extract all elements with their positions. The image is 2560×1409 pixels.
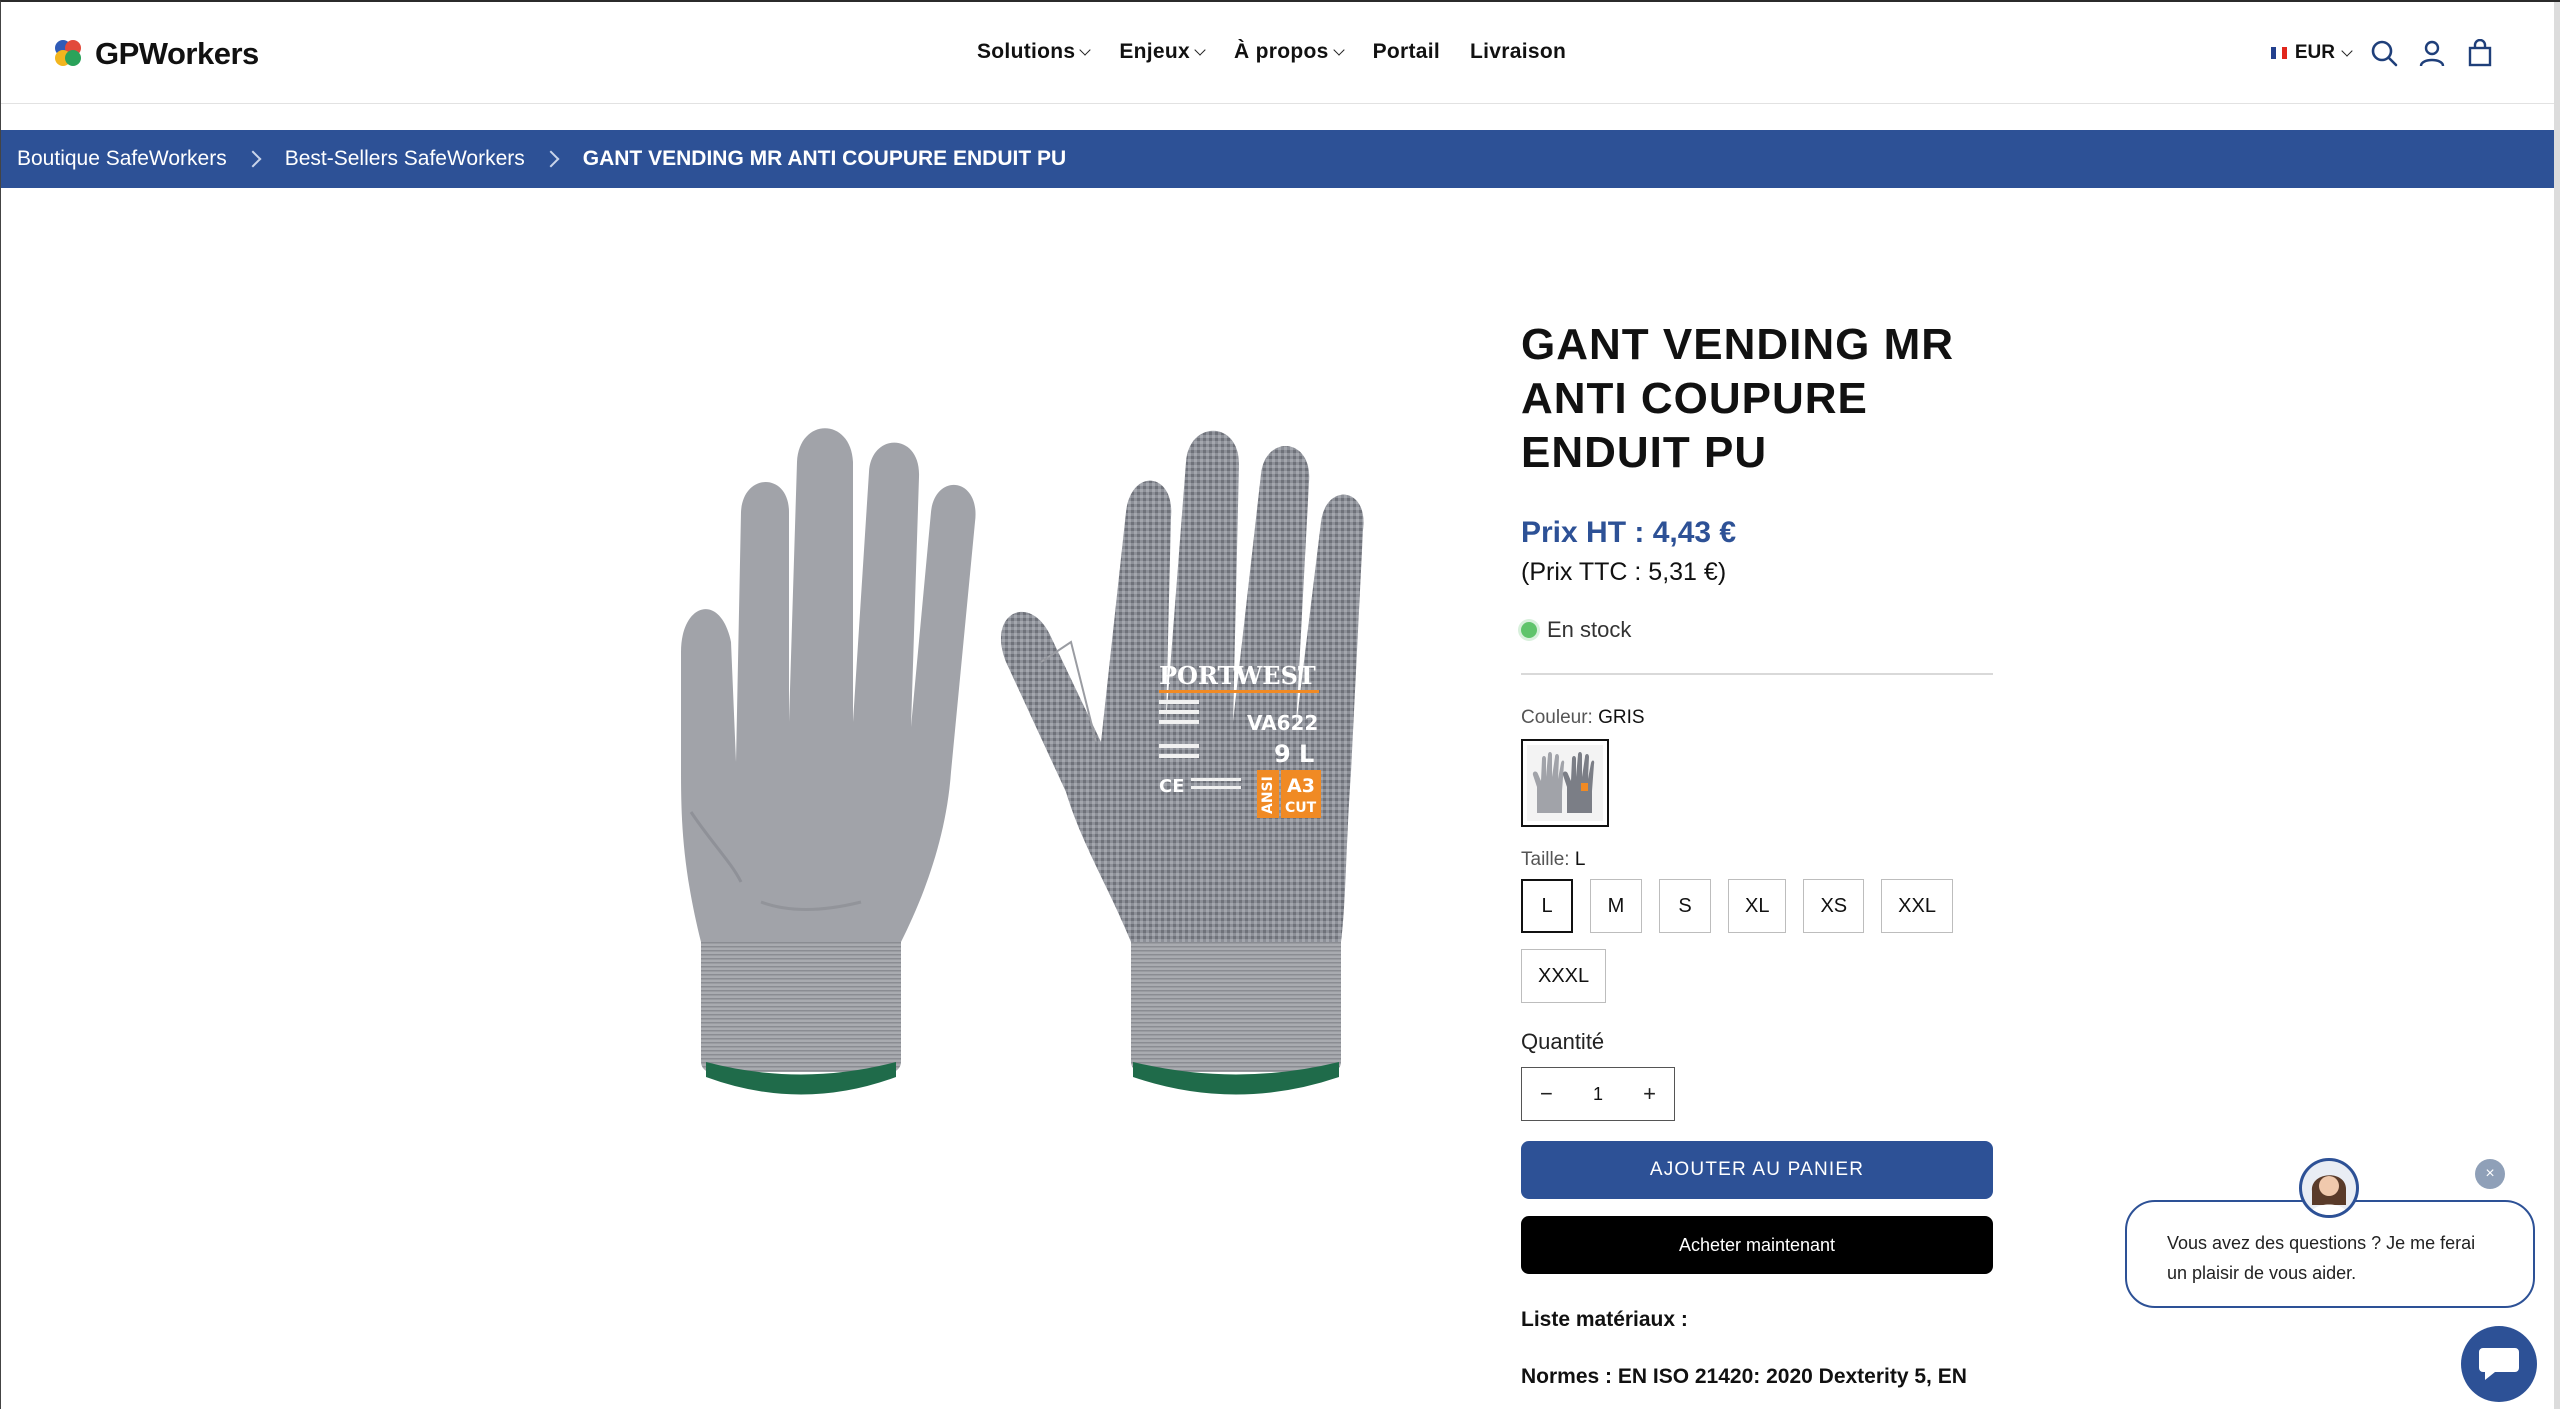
logo-text: GPWorkers (95, 36, 259, 71)
scrollbar-track[interactable] (2554, 2, 2560, 1409)
size-option-xxxl[interactable]: XXXL (1521, 949, 1607, 1003)
glove-model-text: VA622 (1247, 711, 1318, 735)
glove-brand-text: PORTWEST (1159, 661, 1316, 690)
currency-selector[interactable]: EUR (2270, 42, 2353, 64)
glove-image: PORTWEST VA622 9 L CE ANSI A3 CUT (681, 428, 1364, 1095)
breadcrumb: Boutique SafeWorkers Best-Sellers SafeWo… (1, 130, 2555, 188)
size-option-xs[interactable]: XS (1803, 879, 1865, 933)
size-option-m[interactable]: M (1590, 879, 1642, 933)
product-info: GANT VENDING MR ANTI COUPURE ENDUIT PU P… (1521, 318, 1993, 1392)
size-option-xl[interactable]: XL (1728, 879, 1787, 933)
stock-label: En stock (1547, 617, 1632, 642)
size-value: L (1574, 849, 1586, 870)
price-ht: Prix HT : 4,43 € (1521, 516, 1737, 549)
search-icon[interactable] (2369, 38, 2399, 68)
cart-icon[interactable] (2465, 38, 2495, 68)
color-value: GRIS (1598, 707, 1645, 728)
nav-enjeux-label: Enjeux (1119, 40, 1191, 63)
product-title: GANT VENDING MR ANTI COUPURE ENDUIT PU (1521, 320, 1954, 477)
glove-size-text: 9 L (1274, 740, 1314, 768)
size-option-s[interactable]: S (1659, 879, 1711, 933)
nav-portail-label: Portail (1372, 40, 1441, 63)
breadcrumb-shop[interactable]: Boutique SafeWorkers (17, 147, 227, 171)
plus-icon[interactable]: + (1643, 1081, 1656, 1107)
norms-text: Normes : EN ISO 21420: 2020 Dexterity 5,… (1521, 1365, 1967, 1388)
minus-icon[interactable]: − (1540, 1081, 1553, 1107)
right-glove: PORTWEST VA622 9 L CE ANSI A3 CUT (1000, 430, 1364, 1095)
color-swatch-gris[interactable] (1521, 739, 1609, 827)
add-to-cart-button[interactable]: AJOUTER AU PANIER (1521, 1141, 1993, 1199)
nav-portail[interactable]: Portail (1373, 40, 1440, 64)
breadcrumb-best-sellers[interactable]: Best-Sellers SafeWorkers (285, 147, 525, 171)
product-image[interactable]: PORTWEST VA622 9 L CE ANSI A3 CUT (561, 342, 1421, 1122)
glove-cut-level-text: A3 (1287, 775, 1315, 797)
price-ttc: (Prix TTC : 5,31 €) (1521, 558, 1727, 586)
glove-thumbnail-icon (1527, 745, 1603, 821)
currency-label: EUR (2294, 42, 2335, 63)
size-option-l[interactable]: L (1521, 879, 1573, 933)
site-header: GPWorkers Solutions Enjeux À propos Port… (1, 2, 2555, 104)
page: GPWorkers Solutions Enjeux À propos Port… (0, 0, 2560, 1409)
chat-icon (2479, 1348, 2519, 1380)
chat-launcher-button[interactable] (2461, 1326, 2537, 1402)
nav-solutions-label: Solutions (977, 40, 1076, 63)
chat-message: Vous avez des questions ? Je me ferai un… (2167, 1233, 2476, 1283)
chevron-down-icon (1194, 43, 1206, 56)
nav-enjeux[interactable]: Enjeux (1119, 40, 1206, 64)
chevron-down-icon (1079, 43, 1092, 56)
france-flag-icon (2270, 47, 2287, 59)
materials-heading: Liste matériaux : (1521, 1308, 1688, 1331)
account-icon[interactable] (2417, 38, 2447, 68)
svg-text:CE: CE (1159, 776, 1185, 797)
size-option-xxl[interactable]: XXL (1881, 879, 1953, 933)
nav-a-propos-label: À propos (1234, 40, 1329, 63)
chevron-right-icon (542, 150, 560, 168)
buy-now-button[interactable]: Acheter maintenant (1521, 1216, 1993, 1274)
close-icon: × (2485, 1165, 2495, 1182)
left-glove (681, 428, 976, 1095)
color-option-label: Couleur: GRIS (1521, 707, 1993, 729)
logo-icon (55, 40, 87, 68)
divider (1521, 673, 1993, 675)
nav-solutions[interactable]: Solutions (977, 40, 1092, 64)
size-options: L M S XL XS XXL XXXL (1521, 879, 2001, 1003)
in-stock-dot-icon (1521, 622, 1537, 638)
chat-close-button[interactable]: × (2475, 1159, 2505, 1189)
nav-livraison[interactable]: Livraison (1470, 40, 1566, 64)
quantity-label: Quantité (1521, 1029, 1605, 1054)
glove-cut-text: CUT (1285, 800, 1317, 816)
chevron-down-icon (1332, 43, 1345, 56)
size-option-label: Taille: L (1521, 849, 1993, 871)
header-actions: EUR (2270, 38, 2495, 68)
glove-ansi-text: ANSI (1260, 776, 1276, 814)
nav-a-propos[interactable]: À propos (1234, 40, 1345, 64)
chat-agent-avatar (2299, 1158, 2359, 1218)
color-label: Couleur: (1521, 707, 1593, 728)
main-nav: Solutions Enjeux À propos Portail Livrai… (977, 40, 1566, 64)
logo[interactable]: GPWorkers (55, 36, 259, 72)
breadcrumb-current: GANT VENDING MR ANTI COUPURE ENDUIT PU (582, 147, 1067, 170)
size-label: Taille: (1521, 849, 1570, 870)
chevron-right-icon (244, 150, 262, 168)
chevron-down-icon (2341, 44, 2353, 57)
nav-livraison-label: Livraison (1470, 40, 1567, 63)
stock-status: En stock (1521, 617, 1993, 643)
quantity-input[interactable]: 1 (1593, 1084, 1603, 1105)
quantity-stepper: − 1 + (1521, 1067, 1675, 1121)
